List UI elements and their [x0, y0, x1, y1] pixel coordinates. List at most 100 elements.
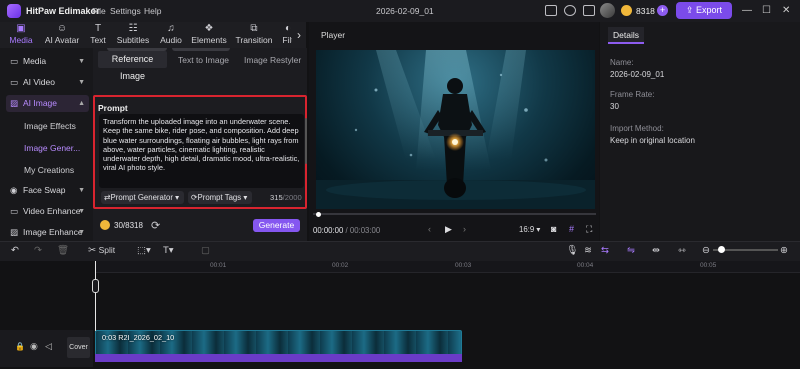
tool-media[interactable]: ▣ Media [6, 22, 36, 48]
elements-icon: ❖ [204, 23, 214, 34]
maximize-icon[interactable]: ☐ [762, 5, 771, 16]
tool-label: Subtitles [116, 35, 150, 45]
sidebar-item-label: Media [23, 56, 47, 66]
screen-record-icon[interactable] [545, 5, 557, 16]
export-button[interactable]: ⇪ Export [676, 2, 732, 19]
text-tool-icon[interactable]: T▾ [163, 245, 174, 256]
track-visibility-icon[interactable]: ◉ [30, 341, 38, 352]
menu-help[interactable]: Help [144, 6, 161, 16]
undo-icon[interactable]: ↶ [11, 245, 19, 256]
voice-icon[interactable]: ≋ [584, 245, 592, 256]
sidebar-item-ai-video[interactable]: ▭ AI Video ▼ [6, 74, 89, 91]
cover-button[interactable]: Cover [67, 337, 90, 358]
sidebar-item-image-enhance[interactable]: ▨ Image Enhance ▼ [6, 224, 89, 241]
avatar[interactable] [600, 3, 615, 18]
settings-icon[interactable] [564, 5, 576, 16]
playhead[interactable] [95, 261, 96, 331]
track-lock-icon[interactable]: 🔒 [15, 342, 25, 351]
image-enhance-icon: ▨ [10, 227, 19, 237]
message-icon[interactable] [583, 5, 595, 16]
ruler-tick: 00:05 [700, 262, 717, 269]
crop-icon[interactable]: ⬚▾ [137, 245, 151, 256]
ruler-tick: 00:02 [332, 262, 349, 269]
prompt-generator-label: Prompt Generator [110, 193, 173, 202]
sidebar-sub-image-generator[interactable]: Image Gener... [24, 143, 80, 153]
timeline-ruler[interactable] [95, 261, 800, 273]
clip-audio-bar [95, 354, 462, 362]
tab-reference-image[interactable]: Reference Image [98, 51, 167, 81]
grid-icon[interactable]: # [569, 224, 574, 234]
prompt-textarea[interactable]: Transform the uploaded image into an und… [99, 114, 304, 188]
current-time: 00:00:00 [313, 226, 344, 235]
sidebar-item-face-swap[interactable]: ◉ Face Swap ▼ [6, 182, 89, 199]
player-heading: Player [321, 30, 346, 40]
app-logo-icon [7, 4, 21, 18]
playhead-handle[interactable] [92, 279, 99, 293]
previous-frame-icon[interactable]: ‹ [428, 224, 431, 234]
close-icon[interactable]: ✕ [782, 5, 790, 16]
link-icon[interactable]: ⇋ [627, 245, 635, 256]
delete-icon[interactable]: 🗑 [57, 245, 69, 256]
sidebar-sub-image-effects[interactable]: Image Effects [24, 121, 76, 131]
underwater-rider-image [316, 50, 595, 209]
prompt-tags-label: Prompt Tags [197, 193, 242, 202]
total-time: / 00:03:00 [343, 226, 381, 235]
menu-file[interactable]: File [92, 6, 106, 16]
unlink-icon[interactable]: ⇹ [652, 245, 660, 256]
scrubber-handle[interactable] [316, 212, 321, 217]
chevron-right-icon[interactable]: › [292, 27, 306, 43]
aspect-ratio-select[interactable]: 16:9 ▾ [519, 225, 540, 234]
tool-elements[interactable]: ❖ Elements [190, 22, 228, 48]
tool-subtitles[interactable]: ☷ Subtitles [114, 22, 152, 48]
snapshot-icon[interactable]: ◙ [551, 224, 556, 234]
playback-scrubber[interactable] [313, 213, 596, 215]
tool-ai-avatar[interactable]: ☺ AI Avatar [42, 22, 82, 48]
face-swap-icon: ◉ [10, 185, 18, 195]
redo-icon[interactable]: ↷ [34, 245, 42, 256]
coin-icon [621, 5, 632, 16]
ai-image-icon: ▨ [10, 98, 19, 108]
tool-label: Transition [235, 35, 273, 45]
tool-transition[interactable]: ⧉ Transition [234, 22, 274, 48]
freeze-icon[interactable]: ▢ [201, 245, 210, 256]
next-frame-icon[interactable]: › [463, 224, 466, 234]
time-display: 00:00:00 / 00:03:00 [313, 226, 380, 235]
sidebar-sub-my-creations[interactable]: My Creations [24, 165, 74, 175]
prompt-generator-button[interactable]: ⇄Prompt Generator ▾ [101, 191, 184, 204]
media-icon: ▭ [10, 56, 19, 66]
tab-details[interactable]: Details [608, 27, 644, 44]
microphone-icon[interactable]: 🎙 [566, 245, 578, 256]
refresh-icon[interactable]: ⟳ [151, 219, 160, 232]
char-limit: /2000 [282, 193, 302, 202]
sidebar-item-video-enhance[interactable]: ▭ Video Enhance ▼ [6, 203, 89, 220]
fit-icon[interactable]: ⇿ [678, 245, 686, 256]
generate-button[interactable]: Generate [253, 219, 300, 232]
sidebar-item-media[interactable]: ▭ Media ▼ [6, 53, 89, 70]
tool-label: Text [90, 35, 106, 45]
prompt-scrollbar[interactable] [305, 118, 307, 164]
track-mute-icon[interactable]: ◁ [45, 341, 52, 352]
zoom-in-icon[interactable]: ⊕ [780, 245, 788, 256]
menu-settings[interactable]: Settings [110, 6, 141, 16]
minimize-icon[interactable]: — [742, 5, 752, 16]
credit-usage: 30/8318 [114, 221, 143, 230]
prompt-heading: Prompt [98, 103, 128, 113]
add-credits-button[interactable]: + [657, 5, 668, 16]
zoom-slider-handle[interactable] [718, 246, 725, 253]
zoom-out-icon[interactable]: ⊖ [702, 245, 710, 256]
video-preview[interactable] [316, 50, 595, 209]
split-button[interactable]: ✂ Split [88, 245, 115, 256]
prompt-char-count: 315/2000 [270, 193, 302, 202]
tab-text-to-image[interactable]: Text to Image [178, 55, 229, 65]
tool-audio[interactable]: ♫ Audio [156, 22, 186, 48]
tool-text[interactable]: T Text [86, 22, 110, 48]
tab-image-restyler[interactable]: Image Restyler [244, 55, 301, 65]
prompt-tags-button[interactable]: ⟳Prompt Tags ▾ [188, 191, 252, 204]
magnet-snap-icon[interactable]: ⇆ [601, 245, 609, 256]
sidebar-item-ai-image[interactable]: ▨ AI Image ▲ [6, 95, 89, 112]
text-icon: T [94, 23, 102, 34]
play-icon[interactable]: ▶ [445, 224, 452, 235]
ruler-tick: 00:04 [577, 262, 594, 269]
fullscreen-icon[interactable]: ⛶ [586, 224, 592, 235]
media-icon: ▣ [16, 23, 26, 34]
